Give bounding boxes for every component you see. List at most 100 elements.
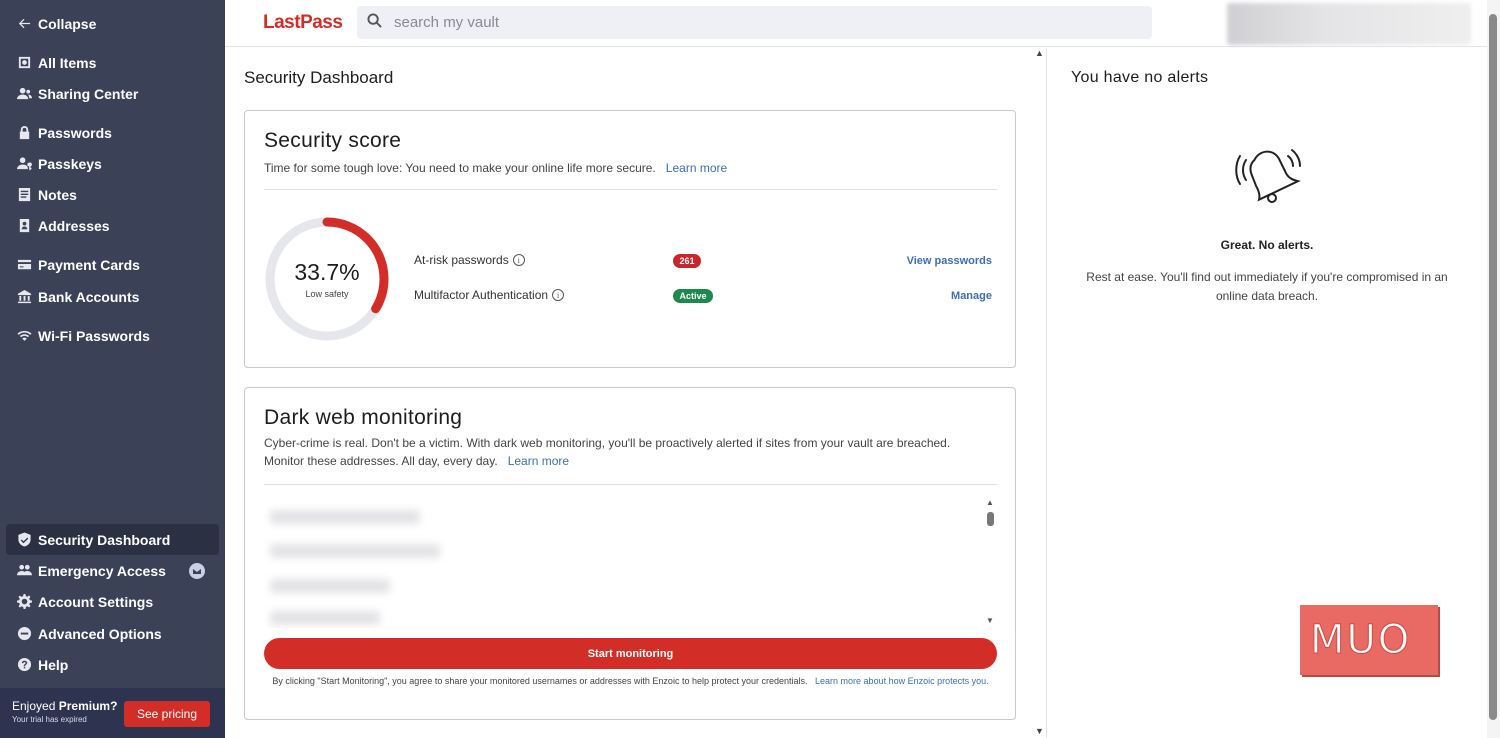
scroll-up-arrow-icon[interactable]: ▲ [986,498,994,507]
sidebar-item-notes[interactable]: Notes [6,179,219,210]
vault-icon [16,55,32,71]
search-input[interactable] [394,14,1094,31]
scroll-thumb[interactable] [987,512,994,526]
mfa-status-badge: Active [673,289,713,303]
page-scroll-thumb[interactable] [1489,14,1497,720]
bank-icon [16,289,32,305]
help-icon [16,657,32,673]
monitored-addresses-list[interactable] [260,495,996,628]
sidebar-item-label: All Items [38,54,97,71]
divider [264,484,997,485]
security-score-description: Time for some tough love: You need to ma… [264,161,728,175]
scroll-down-arrow-icon[interactable]: ▼ [986,616,994,625]
search-icon [357,12,382,33]
premium-subtitle: Your trial has expired [12,715,87,724]
learn-more-link[interactable]: Learn more [666,161,727,175]
sidebar-item-advanced-options[interactable]: Advanced Options [6,618,219,649]
passkey-icon [16,156,32,172]
list-item[interactable] [270,579,390,593]
sidebar-item-account-settings[interactable]: Account Settings [6,586,219,617]
premium-text: Enjoyed Premium? Your trial has expired [12,699,117,724]
info-icon[interactable]: i [552,289,565,301]
sidebar-item-bank-accounts[interactable]: Bank Accounts [6,281,219,312]
sidebar-item-label: Bank Accounts [38,288,140,305]
gear-icon [16,594,32,610]
bell-icon [1235,149,1301,203]
no-alerts-headline: Great. No alerts. [1220,238,1314,252]
sidebar-item-all-items[interactable]: All Items [6,47,219,78]
list-item[interactable] [270,510,420,524]
search-box[interactable] [357,6,1152,39]
sidebar-item-label: Notes [38,186,77,203]
sidebar-item-label: Account Settings [38,593,154,610]
sidebar-item-label: Collapse [38,15,97,32]
sidebar-item-wifi-passwords[interactable]: Wi-Fi Passwords [6,320,219,351]
advanced-icon [16,626,32,642]
sidebar-item-payment-cards[interactable]: Payment Cards [6,249,219,280]
note-icon [16,187,32,203]
arrow-left-icon [16,16,32,32]
divider [264,189,997,190]
list-scrollbar[interactable]: ▲ ▼ [986,498,994,628]
dark-web-title: Dark web monitoring [264,406,463,429]
mfa-label: Multifactor Authentication i [414,288,565,302]
see-pricing-button[interactable]: See pricing [124,701,210,727]
premium-title: Enjoyed Premium? [12,699,118,713]
page-scrollbar[interactable] [1487,0,1500,738]
sidebar-item-label: Payment Cards [38,256,140,273]
list-item[interactable] [270,611,380,625]
page-title: Security Dashboard [244,68,394,87]
people-icon [16,86,32,102]
collapse-button[interactable]: Collapse [6,8,219,39]
sidebar-item-label: Security Dashboard [38,531,171,548]
manage-mfa-link[interactable]: Manage [951,290,992,302]
security-score-label: Low safety [305,289,349,299]
sidebar: Collapse All Items Sharing Center Passwo… [0,0,225,738]
dark-web-description: Cyber-crime is real. Don't be a victim. … [264,436,951,468]
sidebar-item-label: Addresses [38,217,110,234]
scroll-up-arrow-icon[interactable]: ▲ [1035,48,1044,58]
security-score-card: Security score Time for some tough love:… [244,110,1016,368]
alerts-title: You have no alerts [1071,69,1209,86]
sidebar-item-help[interactable]: Help [6,649,219,680]
address-icon [16,218,32,234]
sidebar-item-label: Advanced Options [38,625,162,642]
start-monitoring-button[interactable]: Start monitoring [264,638,997,669]
sidebar-item-security-dashboard[interactable]: Security Dashboard [6,524,219,555]
sidebar-item-addresses[interactable]: Addresses [6,210,219,241]
wifi-icon [16,328,32,344]
enzoic-learn-more-link[interactable]: Learn more about how Enzoic protects you… [815,676,989,686]
lock-icon [16,125,32,141]
sidebar-item-label: Passwords [38,124,112,141]
premium-banner: Enjoyed Premium? Your trial has expired … [0,688,225,738]
security-score-title: Security score [264,129,402,152]
at-risk-count-badge: 261 [673,254,701,268]
sidebar-item-passwords[interactable]: Passwords [6,117,219,148]
sidebar-item-label: Help [38,656,69,673]
info-icon[interactable]: i [512,254,525,266]
sidebar-item-emergency-access[interactable]: Emergency Access [6,555,219,586]
monitoring-consent-text: By clicking "Start Monitoring", you agre… [272,676,989,686]
sidebar-item-label: Passkeys [38,155,102,172]
no-alerts-body: Rest at ease. You'll find out immediatel… [1086,270,1448,303]
muo-watermark-logo: MUO [1300,605,1438,675]
sidebar-item-label: Emergency Access [38,562,166,579]
learn-more-link[interactable]: Learn more [508,454,569,468]
at-risk-passwords-label: At-risk passwords i [414,253,525,267]
scroll-down-arrow-icon[interactable]: ▼ [1035,726,1044,736]
account-menu[interactable] [1227,3,1471,45]
notification-badge-icon [189,563,205,579]
main-content: ▲ Security Dashboard Security score Time… [225,48,1045,738]
shield-icon [16,532,32,548]
sidebar-item-label: Wi-Fi Passwords [38,327,150,344]
security-score-value: 33.7% [294,259,360,285]
sidebar-item-sharing-center[interactable]: Sharing Center [6,78,219,109]
emergency-icon [16,563,32,579]
list-item[interactable] [270,544,440,558]
top-bar: LastPass [225,0,1500,47]
lastpass-logo[interactable]: LastPass [263,12,343,34]
sidebar-item-passkeys[interactable]: Passkeys [6,148,219,179]
view-passwords-link[interactable]: View passwords [907,255,992,267]
sidebar-item-label: Sharing Center [38,85,139,102]
card-icon [16,257,32,273]
